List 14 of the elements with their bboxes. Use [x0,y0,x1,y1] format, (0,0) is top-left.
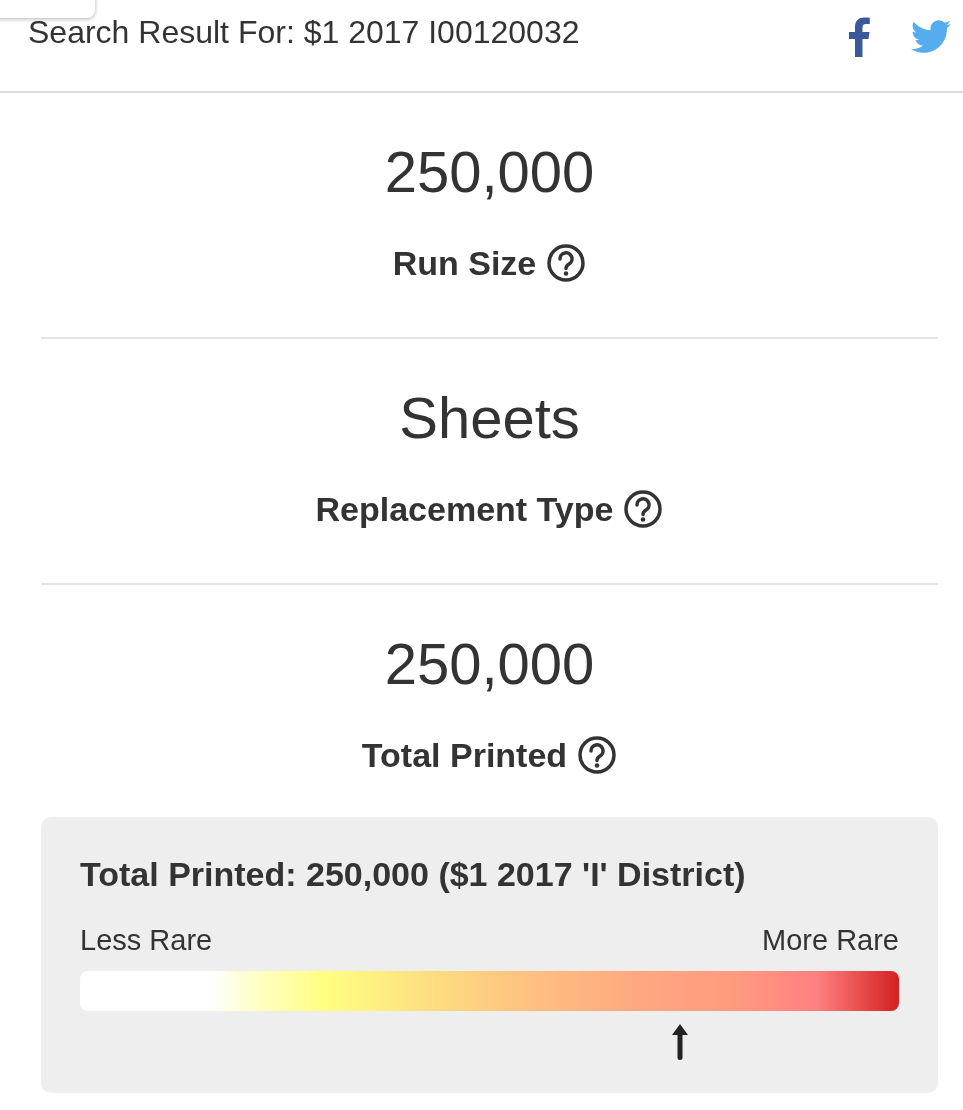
stat-value: Sheets [399,384,580,452]
facebook-icon[interactable] [847,17,871,57]
stat-label: Total Printed [361,735,568,776]
help-icon[interactable] [577,735,618,775]
search-result-title: Search Result For: $1 2017 I00120032 [28,13,581,52]
help-icon[interactable] [546,243,587,283]
help-icon[interactable] [623,489,664,529]
scale-low-label: Less Rare [80,923,213,958]
rarity-title: Total Printed: 250,000 ($1 2017 'I' District) [80,854,747,894]
stat-label: Run Size [392,243,537,284]
stat-label: Replacement Type [315,489,614,530]
stat-value: 250,000 [384,630,595,698]
stat-value: 250,000 [384,138,595,206]
scale-high-label: More Rare [762,923,899,958]
